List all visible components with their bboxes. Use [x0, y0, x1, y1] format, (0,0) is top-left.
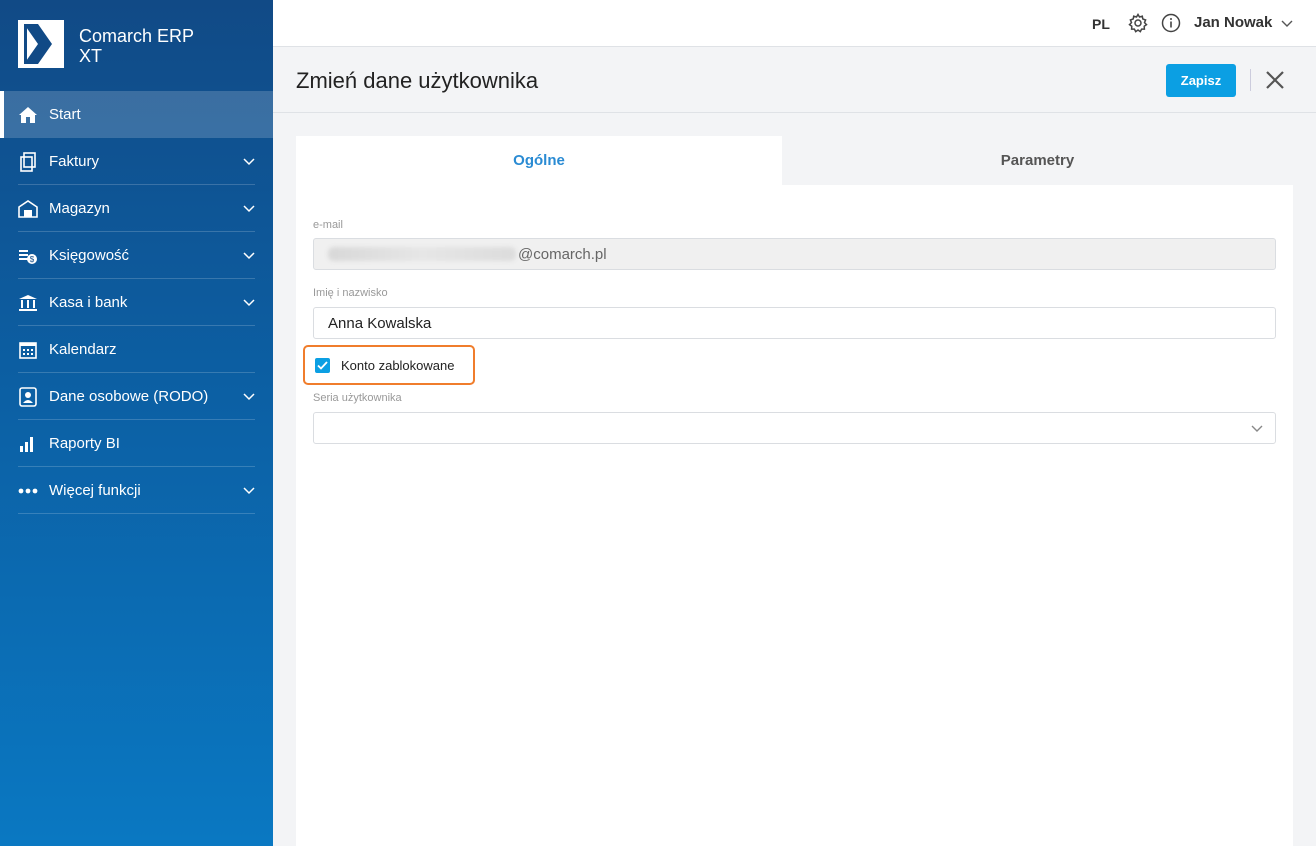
sidebar-item-ksiegowosc[interactable]: $ Księgowość — [0, 232, 273, 279]
sidebar-item-label: Magazyn — [49, 200, 110, 217]
calendar-icon — [18, 340, 38, 360]
sidebar-item-label: Kalendarz — [49, 341, 117, 358]
page-title: Zmień dane użytkownika — [296, 68, 539, 93]
chevron-down-icon — [243, 487, 255, 495]
sidebar-item-start[interactable]: Start — [0, 91, 273, 138]
close-icon[interactable] — [1263, 68, 1287, 92]
tab-parameters[interactable]: Parametry — [782, 136, 1293, 185]
email-domain: @comarch.pl — [518, 245, 607, 263]
more-dots-icon — [18, 481, 38, 501]
account-blocked-checkbox[interactable] — [315, 357, 330, 373]
email-redacted — [328, 247, 516, 261]
chevron-down-icon — [243, 393, 255, 401]
home-icon — [18, 105, 38, 125]
series-label: Seria użytkownika — [313, 392, 402, 404]
tab-general[interactable]: Ogólne — [296, 136, 782, 185]
sidebar-item-magazyn[interactable]: Magazyn — [0, 185, 273, 232]
top-bar: PL Jan Nowak — [273, 0, 1316, 47]
sidebar-nav: Start Faktury Magazyn $ Księgowość Kasa … — [0, 91, 273, 514]
user-menu[interactable]: Jan Nowak — [1194, 14, 1272, 31]
tab-bar: Ogólne Parametry — [296, 136, 1293, 185]
bank-icon — [18, 293, 38, 313]
sidebar-item-label: Księgowość — [49, 247, 130, 264]
sidebar-item-label: Więcej funkcji — [49, 482, 141, 499]
sidebar-item-label: Dane osobowe (RODO) — [49, 388, 209, 405]
warehouse-icon — [18, 199, 38, 219]
chevron-down-icon — [243, 205, 255, 213]
brand-name: Comarch ERP XT — [79, 26, 195, 66]
divider — [1250, 69, 1251, 91]
email-label: e-mail — [313, 219, 343, 231]
bar-chart-icon — [18, 434, 38, 454]
language-switch[interactable]: PL — [1092, 16, 1110, 32]
name-input[interactable]: Anna Kowalska — [313, 307, 1276, 339]
comarch-logo-icon — [18, 20, 64, 68]
chevron-down-icon — [243, 158, 255, 166]
info-icon[interactable] — [1161, 13, 1181, 33]
series-select[interactable] — [313, 412, 1276, 444]
chevron-down-icon[interactable] — [1280, 17, 1294, 29]
chevron-down-icon — [243, 299, 255, 307]
sidebar-item-raporty-bi[interactable]: Raporty BI — [0, 420, 273, 467]
email-field: @comarch.pl — [313, 238, 1276, 270]
account-blocked-checkbox-highlight: Konto zablokowane — [303, 345, 475, 385]
sidebar-item-label: Raporty BI — [49, 435, 120, 452]
sidebar-item-label: Kasa i bank — [49, 294, 128, 311]
check-icon — [317, 360, 328, 370]
sidebar-item-dane-osobowe[interactable]: Dane osobowe (RODO) — [0, 373, 273, 420]
save-button[interactable]: Zapisz — [1166, 64, 1236, 97]
name-value: Anna Kowalska — [328, 314, 432, 332]
account-blocked-label[interactable]: Konto zablokowane — [341, 358, 454, 373]
sidebar-item-kasa-i-bank[interactable]: Kasa i bank — [0, 279, 273, 326]
sidebar-item-faktury[interactable]: Faktury — [0, 138, 273, 185]
chevron-down-icon — [243, 252, 255, 260]
person-card-icon — [18, 386, 38, 407]
gear-icon[interactable] — [1128, 13, 1148, 33]
sidebar-item-label: Start — [49, 106, 81, 123]
form-card: Ogólne Parametry e-mail @comarch.pl Imię… — [296, 136, 1293, 846]
accounting-icon: $ — [18, 246, 38, 266]
svg-text:$: $ — [30, 255, 35, 264]
sidebar-item-kalendarz[interactable]: Kalendarz — [0, 326, 273, 373]
sidebar-item-wiecej-funkcji[interactable]: Więcej funkcji — [0, 467, 273, 514]
sidebar: Comarch ERP XT Start Faktury Magazyn $ K… — [0, 0, 273, 846]
documents-icon — [18, 151, 38, 172]
chevron-down-icon[interactable] — [1251, 423, 1263, 433]
sidebar-item-label: Faktury — [49, 153, 100, 170]
name-label: Imię i nazwisko — [313, 287, 388, 299]
page-header: Zmień dane użytkownika Zapisz — [273, 48, 1316, 113]
